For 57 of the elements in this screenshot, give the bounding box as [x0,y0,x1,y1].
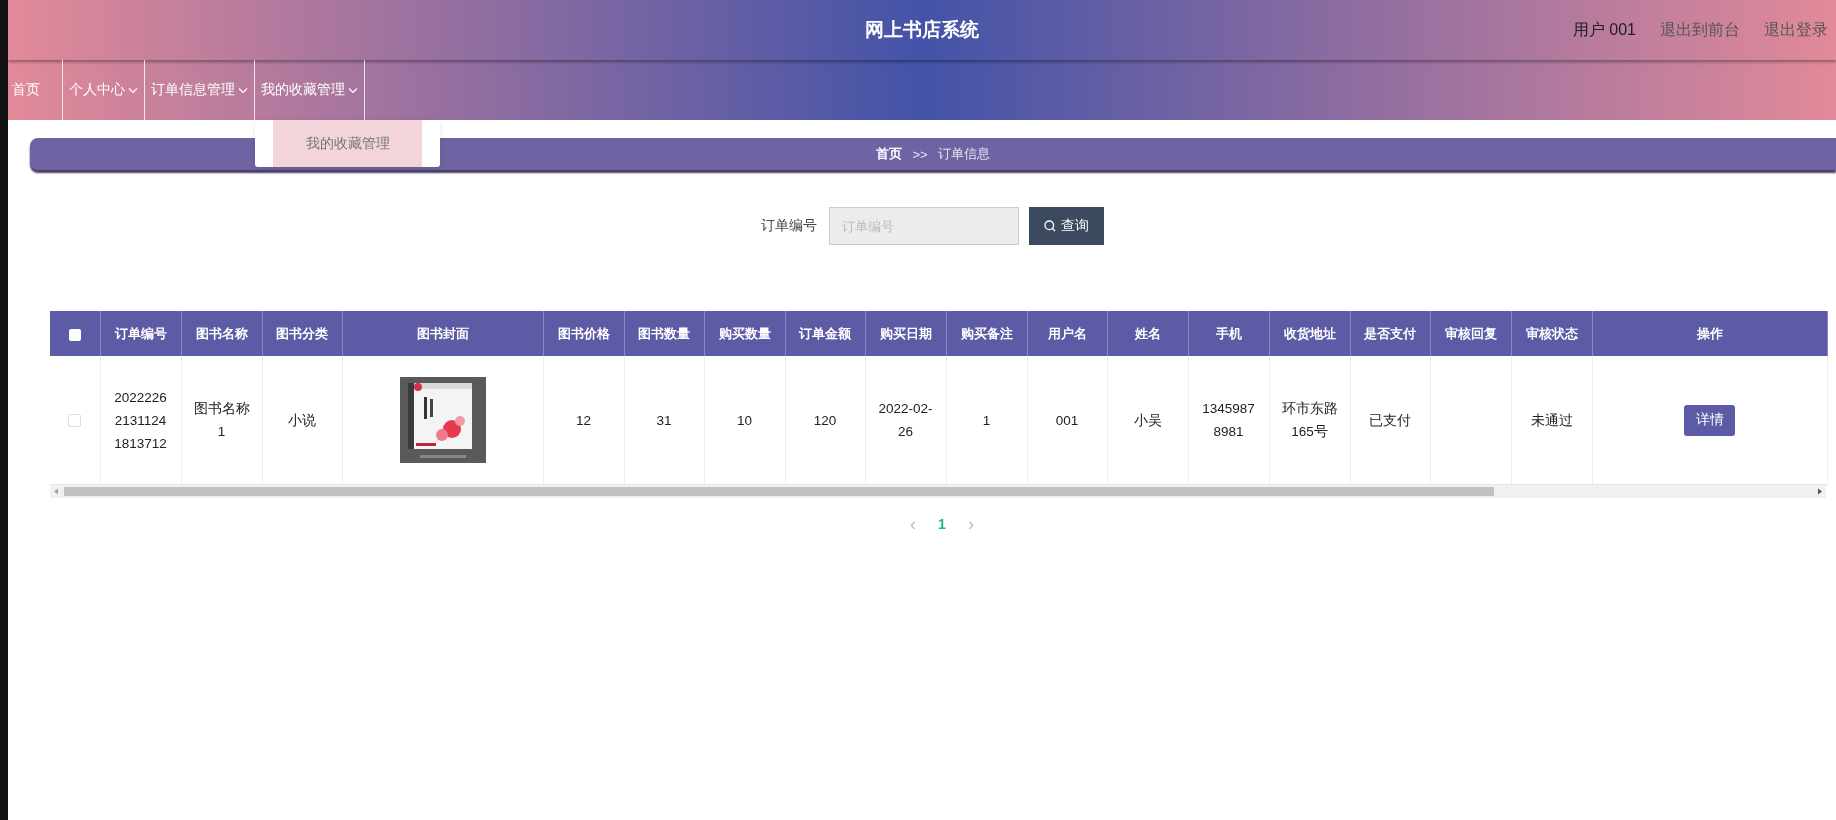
horizontal-scrollbar[interactable] [50,485,1826,498]
column-header: 图书价格 [543,311,624,356]
column-header: 收货地址 [1269,311,1350,356]
column-header: 购买备注 [946,311,1027,356]
column-header: 用户名 [1027,311,1107,356]
column-header: 图书分类 [262,311,342,356]
column-header: 是否支付 [1350,311,1430,356]
nav-item[interactable]: 首页 [8,60,63,120]
header-link[interactable]: 退出到前台 [1660,19,1740,41]
row-checkbox[interactable] [68,414,82,428]
search-button[interactable]: 查询 [1028,207,1104,245]
table-cell: 001 [1055,412,1079,428]
page-number[interactable]: 1 [938,514,946,534]
search-label: 订单编号 [760,217,817,235]
column-header: 图书名称 [181,311,262,356]
column-header: 姓名 [1107,311,1188,356]
table-cell: 已支付 [1369,412,1411,428]
table-cell: 12 [576,412,591,428]
column-header: 购买日期 [865,311,946,356]
details-button[interactable]: 详情 [1684,404,1735,436]
breadcrumb-separator: >> [912,146,928,162]
table-cell: 小吴 [1133,412,1162,428]
column-header: 订单编号 [100,311,181,356]
nav-item[interactable]: 个人中心 [63,60,145,120]
table-cell: 图书名称1 [193,401,250,439]
nav-item[interactable]: 订单信息管理 [145,60,255,120]
table-cell: 10 [737,412,752,428]
column-header: 手机 [1188,311,1269,356]
column-header: 审核回复 [1430,311,1511,356]
next-page-button[interactable]: › [967,514,974,534]
table-cell: 环市东路165号 [1281,401,1338,439]
caret-icon [128,86,138,94]
column-header: 图书封面 [342,311,543,356]
table-cell: 120 [813,412,837,428]
table-cell: 1 [982,412,991,428]
table-cell: 202222621311241813712 [114,389,167,451]
column-header: 订单金额 [785,311,865,356]
table-cell: 2022-02-26 [878,401,933,439]
column-header: 操作 [1592,311,1827,356]
caret-icon [348,86,358,94]
user-name: 用户 001 [1572,19,1636,40]
table-cell: 小说 [288,412,316,428]
caret-icon [238,86,248,94]
menu-item[interactable]: 我的收藏管理 [273,120,422,167]
breadcrumb-item: 订单信息 [937,145,990,163]
app-title: 网上书店系统 [865,18,979,42]
search-icon [1043,220,1056,232]
select-all-checkbox[interactable] [68,328,81,341]
table-cell: 31 [656,412,672,428]
table-cell: 未通过 [1530,412,1573,428]
column-header: 图书数量 [624,311,704,356]
prev-page-button[interactable]: ‹ [910,514,917,534]
column-header: 购买数量 [704,311,785,356]
column-header: 审核状态 [1511,311,1592,356]
table-cell: 13459878981 [1202,401,1255,439]
header-link[interactable]: 退出登录 [1764,19,1828,41]
breadcrumb-item[interactable]: 首页 [876,145,903,163]
